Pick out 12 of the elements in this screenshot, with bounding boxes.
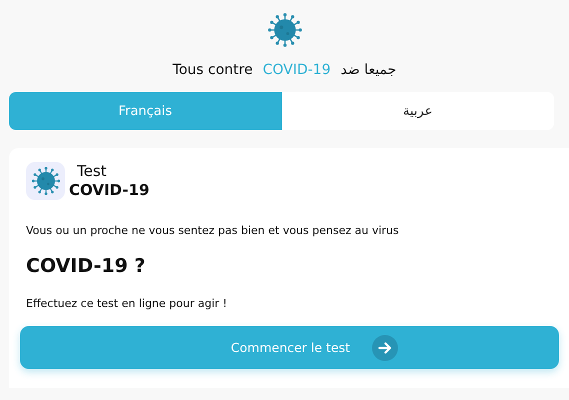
card-title: Test [77, 162, 108, 181]
title-text: Tous contre [172, 62, 253, 78]
intro-text: Vous ou un proche ne vous sentez pas bien et vous pensez au virus [26, 224, 400, 237]
prompt-text: Effectuez ce test en ligne pour agir ! [26, 297, 228, 310]
card-subtitle: COVID-19 [69, 181, 150, 200]
virus-icon [26, 162, 65, 200]
start-test-button[interactable]: Commencer le test [20, 326, 559, 369]
title-text: جميعا ضد [340, 62, 396, 78]
question-heading: COVID-19 ? [26, 255, 146, 277]
language-tab[interactable]: Français [9, 92, 282, 130]
virus-icon [266, 12, 302, 48]
highlighted-title: COVID-19 [262, 62, 331, 78]
